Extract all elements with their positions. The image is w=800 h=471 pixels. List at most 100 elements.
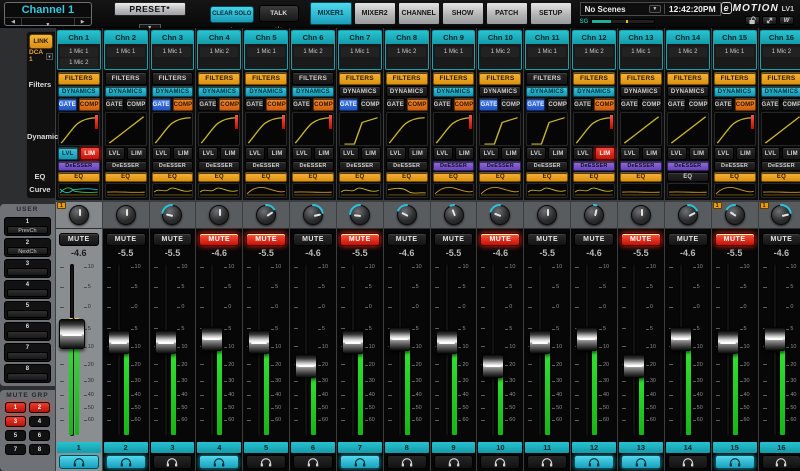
eq-button[interactable]: EQ — [292, 172, 334, 182]
fader[interactable]: 10505102030405060 — [198, 260, 240, 440]
mute-button[interactable]: MUTE — [715, 233, 755, 246]
fader-handle[interactable] — [436, 330, 458, 354]
source-slot[interactable]: 1 Mic 1 — [247, 47, 285, 57]
dynamics-graph[interactable] — [526, 112, 568, 146]
next-channel-button[interactable]: ▶ — [75, 18, 91, 25]
channel-header[interactable]: Chn 16 1 Mic 2 — [760, 30, 800, 70]
cue-button[interactable] — [246, 455, 286, 469]
mute-button[interactable]: MUTE — [762, 233, 800, 246]
talk-button[interactable]: TALK — [259, 5, 299, 22]
dynamics-button[interactable]: DYNAMICS — [433, 86, 475, 97]
dynamics-button[interactable]: DYNAMICS — [667, 86, 709, 97]
dynamics-graph[interactable] — [714, 112, 756, 146]
channel-name[interactable]: Chn 1 — [58, 31, 100, 44]
resize-arrows-icon[interactable] — [762, 16, 777, 25]
user-key-8[interactable]: 8 — [4, 364, 51, 383]
eq-graph[interactable] — [339, 183, 381, 198]
limiter-button[interactable]: LIM — [782, 147, 800, 160]
channel-header[interactable]: Chn 15 1 Mic 1 — [713, 30, 757, 70]
comp-button[interactable]: COMP — [407, 98, 428, 111]
channel-name[interactable]: Chn 4 — [198, 31, 240, 44]
pan-knob[interactable] — [490, 205, 510, 225]
source-slot[interactable]: 1 Mic 2 — [669, 47, 707, 57]
channel-number[interactable]: 14 — [666, 442, 710, 453]
channel-header[interactable]: Chn 11 1 Mic 1 — [525, 30, 569, 70]
fader[interactable]: 10505102030405060 — [105, 260, 147, 440]
channel-number[interactable]: 11 — [525, 442, 569, 453]
fader-handle[interactable] — [108, 330, 130, 354]
mute-button[interactable]: MUTE — [480, 233, 520, 246]
source-slot[interactable]: 1 Mic 1 — [622, 47, 660, 57]
fader[interactable]: 10505102030405060 — [526, 260, 568, 440]
channel-name[interactable]: Chn 14 — [667, 31, 709, 44]
filters-button[interactable]: FILTERS — [292, 72, 334, 85]
fader-handle[interactable] — [201, 327, 223, 351]
gate-button[interactable]: GATE — [339, 98, 358, 111]
pan-knob[interactable] — [771, 205, 791, 225]
channel-header[interactable]: Chn 14 1 Mic 2 — [666, 30, 710, 70]
cue-button[interactable] — [293, 455, 333, 469]
cue-button[interactable] — [574, 455, 614, 469]
dynamics-graph[interactable] — [667, 112, 709, 146]
dynamics-graph[interactable] — [620, 112, 662, 146]
channel-name[interactable]: Chn 12 — [573, 31, 615, 44]
dynamics-graph[interactable] — [479, 112, 521, 146]
mute-button[interactable]: MUTE — [246, 233, 286, 246]
leveler-button[interactable]: LVL — [526, 147, 546, 160]
eq-button[interactable]: EQ — [198, 172, 240, 182]
user-key-6[interactable]: 6 — [4, 322, 51, 341]
channel-header[interactable]: Chn 1 1 Mic 11 Mic 2 — [57, 30, 101, 70]
fader-handle[interactable] — [248, 330, 270, 354]
cue-button[interactable] — [762, 455, 800, 469]
channel-name[interactable]: Chn 5 — [245, 31, 287, 44]
dynamics-button[interactable]: DYNAMICS — [339, 86, 381, 97]
fader-handle[interactable] — [342, 330, 364, 354]
channel-header[interactable]: Chn 4 1 Mic 2 — [197, 30, 241, 70]
eq-graph[interactable] — [433, 183, 475, 198]
comp-button[interactable]: COMP — [641, 98, 662, 111]
filters-button[interactable]: FILTERS — [573, 72, 615, 85]
gate-button[interactable]: GATE — [386, 98, 405, 111]
filters-button[interactable]: FILTERS — [105, 72, 147, 85]
user-key-3[interactable]: 3 — [4, 259, 51, 278]
gate-button[interactable]: GATE — [761, 98, 780, 111]
mute-button[interactable]: MUTE — [668, 233, 708, 246]
cue-button[interactable] — [621, 455, 661, 469]
limiter-button[interactable]: LIM — [173, 147, 193, 160]
filters-button[interactable]: FILTERS — [620, 72, 662, 85]
eq-graph[interactable] — [714, 183, 756, 198]
eq-graph[interactable] — [245, 183, 287, 198]
pan-knob[interactable] — [444, 205, 464, 225]
eq-button[interactable]: EQ — [152, 172, 194, 182]
cue-button[interactable] — [715, 455, 755, 469]
channel-name[interactable]: Chn 11 — [526, 31, 568, 44]
leveler-button[interactable]: LVL — [761, 147, 781, 160]
gate-button[interactable]: GATE — [526, 98, 545, 111]
deesser-button[interactable]: DeESSER — [386, 161, 428, 171]
fader[interactable]: 10505102030405060 — [386, 260, 428, 440]
gate-button[interactable]: GATE — [292, 98, 311, 111]
eq-button[interactable]: EQ — [386, 172, 428, 182]
channel-number[interactable]: 9 — [432, 442, 476, 453]
user-key-2[interactable]: 2NextCh — [4, 238, 51, 257]
mute-button[interactable]: MUTE — [574, 233, 614, 246]
channel-name[interactable]: Chn 13 — [620, 31, 662, 44]
comp-button[interactable]: COMP — [500, 98, 521, 111]
comp-button[interactable]: COMP — [79, 98, 100, 111]
dynamics-button[interactable]: DYNAMICS — [479, 86, 521, 97]
source-slot[interactable]: 1 Mic 2 — [763, 47, 800, 57]
source-slot[interactable]: 1 Mic 2 — [388, 47, 426, 57]
channel-header[interactable]: Chn 10 1 Mic 2 — [478, 30, 522, 70]
leveler-button[interactable]: LVL — [573, 147, 593, 160]
source-slot[interactable]: 1 Mic 1 — [528, 47, 566, 57]
mute-group-8[interactable]: 8 — [29, 444, 50, 455]
eq-graph[interactable] — [386, 183, 428, 198]
eq-graph[interactable] — [667, 183, 709, 198]
limiter-button[interactable]: LIM — [501, 147, 521, 160]
filters-button[interactable]: FILTERS — [245, 72, 287, 85]
cue-button[interactable] — [668, 455, 708, 469]
limiter-button[interactable]: LIM — [220, 147, 240, 160]
filters-button[interactable]: FILTERS — [714, 72, 756, 85]
mute-button[interactable]: MUTE — [153, 233, 193, 246]
fader[interactable]: 10505102030405060 — [245, 260, 287, 440]
